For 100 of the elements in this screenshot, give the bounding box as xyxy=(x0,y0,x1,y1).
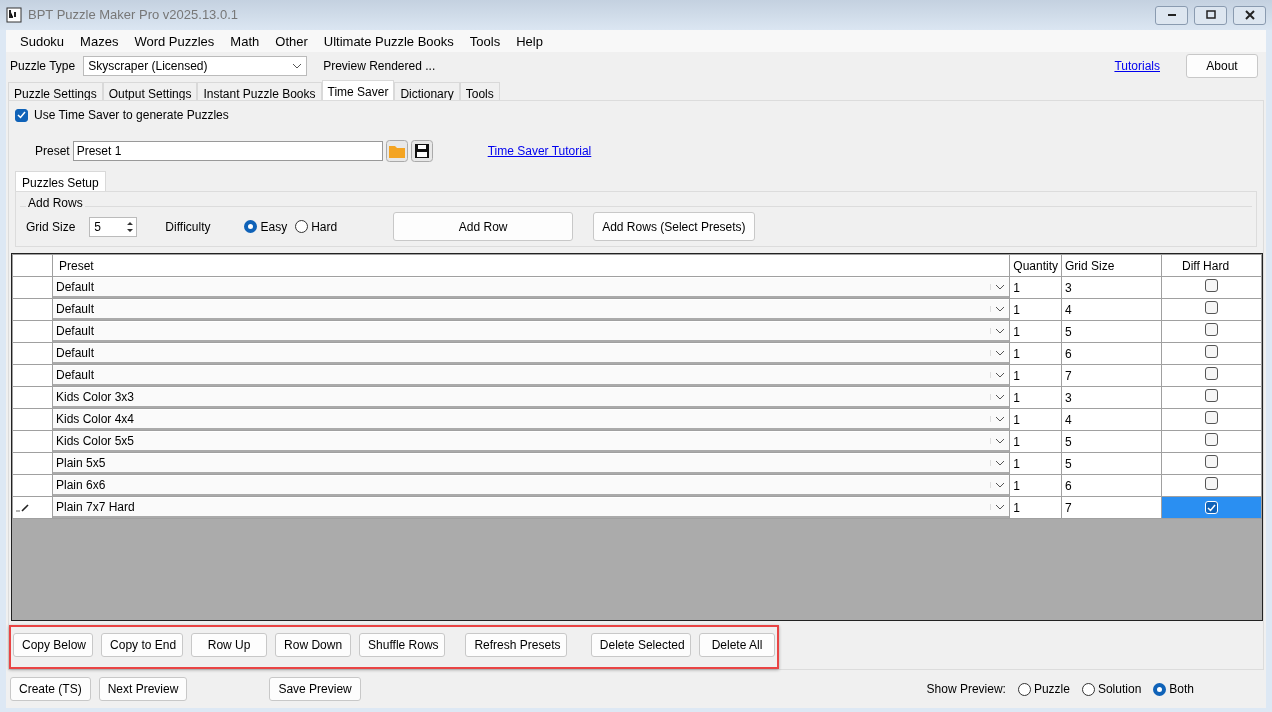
checkbox[interactable] xyxy=(1205,432,1218,446)
table-cell: 5 xyxy=(1061,320,1162,343)
grid-size-spinner[interactable]: 5 xyxy=(89,216,138,237)
add-rows-presets-button[interactable]: Add Rows (Select Presets) xyxy=(593,212,755,241)
preset-dropdown[interactable]: Default xyxy=(53,365,1010,386)
radio-button[interactable] xyxy=(244,220,258,233)
app-logo-icon xyxy=(6,7,22,23)
preset-dropdown[interactable]: Default xyxy=(53,321,1010,342)
tab[interactable]: Puzzle Settings xyxy=(8,82,103,100)
table-cell: 1 xyxy=(1009,320,1062,343)
checkbox[interactable] xyxy=(1205,322,1218,336)
menu-item[interactable]: Help xyxy=(508,30,551,52)
menu-item[interactable]: Math xyxy=(222,30,268,52)
close-button[interactable] xyxy=(1233,5,1266,25)
column-header: Grid Size xyxy=(1061,254,1162,277)
checkbox[interactable] xyxy=(1205,476,1218,490)
radio-label: Solution xyxy=(1097,681,1142,698)
save-icon[interactable] xyxy=(410,140,433,162)
add-row-button[interactable]: Add Row xyxy=(393,212,574,241)
footer-button[interactable]: Save Preview xyxy=(269,677,361,701)
preset-dropdown[interactable]: Kids Color 3x3 xyxy=(53,387,1010,408)
table-cell: 6 xyxy=(1061,474,1162,497)
checkbox-label: Use Time Saver to generate Puzzles xyxy=(34,107,229,124)
row-action-button[interactable]: Copy Below xyxy=(13,633,94,657)
menu-item[interactable]: Ultimate Puzzle Books xyxy=(315,30,462,52)
footer-button[interactable]: Create (TS) xyxy=(10,677,91,701)
preset-dropdown[interactable]: Plain 6x6 xyxy=(53,475,1010,496)
checkbox[interactable] xyxy=(1205,388,1218,402)
menu-item[interactable]: Mazes xyxy=(72,30,127,52)
checkbox[interactable] xyxy=(1205,344,1218,358)
radio-button[interactable] xyxy=(1017,682,1031,696)
preset-dropdown[interactable]: Default xyxy=(53,277,1010,298)
checkbox[interactable] xyxy=(1205,410,1218,424)
radio-button[interactable] xyxy=(1081,682,1095,696)
close-icon xyxy=(1242,8,1257,22)
menu-item[interactable]: Word Puzzles xyxy=(126,30,223,52)
time-saver-tutorial-link[interactable]: Time Saver Tutorial xyxy=(487,142,592,160)
checkbox[interactable] xyxy=(1205,454,1218,468)
checkbox[interactable] xyxy=(15,108,28,122)
table-cell: 1 xyxy=(1009,276,1062,299)
table-cell: 4 xyxy=(1061,298,1162,321)
preset-input-field[interactable]: Preset 1 xyxy=(72,141,383,161)
footer-button[interactable]: Next Preview xyxy=(98,677,188,701)
radio-label: Both xyxy=(1169,681,1194,698)
menu-item[interactable]: Sudoku xyxy=(12,30,73,52)
row-action-button[interactable]: Delete All xyxy=(699,633,775,657)
caret-icon xyxy=(292,63,303,69)
row-action-button[interactable]: Copy to End xyxy=(101,633,184,657)
minimize-button[interactable] xyxy=(1155,5,1188,25)
row-action-button[interactable]: Delete Selected xyxy=(590,633,691,657)
table-cell: 3 xyxy=(1061,276,1162,299)
radio-label: Puzzle xyxy=(1033,681,1070,698)
table-cell: 1 xyxy=(1009,298,1062,321)
preset-dropdown[interactable]: Plain 5x5 xyxy=(53,453,1010,474)
tab[interactable]: Instant Puzzle Books xyxy=(197,82,322,100)
radio-button[interactable] xyxy=(1153,682,1167,696)
table-cell: 5 xyxy=(1061,452,1162,475)
maximize-button[interactable] xyxy=(1194,5,1227,25)
table-cell: 1 xyxy=(1009,342,1062,365)
tab[interactable]: Puzzles Setup xyxy=(15,171,106,191)
tab[interactable]: Time Saver xyxy=(321,80,395,100)
menu-item[interactable]: Other xyxy=(267,30,316,52)
checkbox[interactable] xyxy=(1205,278,1218,292)
menu-item[interactable]: Tools xyxy=(461,30,509,52)
row-action-button[interactable]: Shuffle Rows xyxy=(359,633,446,657)
table-cell: 4 xyxy=(1061,408,1162,431)
preset-dropdown[interactable]: Plain 7x7 Hard xyxy=(53,497,1010,518)
radio-label: Easy xyxy=(260,218,288,236)
window-title: BPT Puzzle Maker Pro v2025.13.0.1 xyxy=(28,6,239,25)
preset-label: Preset xyxy=(35,143,70,160)
preset-dropdown[interactable]: Default xyxy=(53,343,1010,364)
preset-dropdown[interactable]: Default xyxy=(53,299,1010,320)
show-preview-label: Show Preview: xyxy=(926,681,1006,698)
table-cell: 7 xyxy=(1061,364,1162,387)
radio-button[interactable] xyxy=(295,220,309,233)
preset-dropdown[interactable]: Kids Color 5x5 xyxy=(53,431,1010,452)
row-action-button[interactable]: Row Down xyxy=(275,633,352,657)
table-cell: 1 xyxy=(1009,386,1062,409)
tab[interactable]: Tools xyxy=(459,82,500,100)
table-cell: 6 xyxy=(1061,342,1162,365)
tab[interactable]: Output Settings xyxy=(102,82,198,100)
tutorials-link[interactable]: Tutorials xyxy=(1114,57,1160,75)
column-header: Preset xyxy=(52,254,1010,277)
table-cell: 3 xyxy=(1061,386,1162,409)
checkbox[interactable] xyxy=(1205,366,1218,380)
checkbox[interactable] xyxy=(1205,300,1218,314)
column-header: Diff Hard xyxy=(1161,254,1262,277)
table-cell: 1 xyxy=(1009,496,1062,519)
difficulty-label: Difficulty xyxy=(165,218,211,236)
table-cell: 1 xyxy=(1009,430,1062,453)
row-action-button[interactable]: Row Up xyxy=(191,633,268,657)
table-cell: 1 xyxy=(1009,364,1062,387)
about-button[interactable]: About xyxy=(1186,54,1258,78)
table-cell: 7 xyxy=(1061,496,1162,519)
maximize-icon xyxy=(1203,8,1218,22)
puzzle-type-dropdown[interactable]: Skyscraper (Licensed) xyxy=(83,56,308,76)
puzzle-type-label: Puzzle Type xyxy=(10,58,76,75)
tab[interactable]: Dictionary xyxy=(394,82,460,100)
row-action-button[interactable]: Refresh Presets xyxy=(465,633,567,657)
preset-dropdown[interactable]: Kids Color 4x4 xyxy=(53,409,1010,430)
